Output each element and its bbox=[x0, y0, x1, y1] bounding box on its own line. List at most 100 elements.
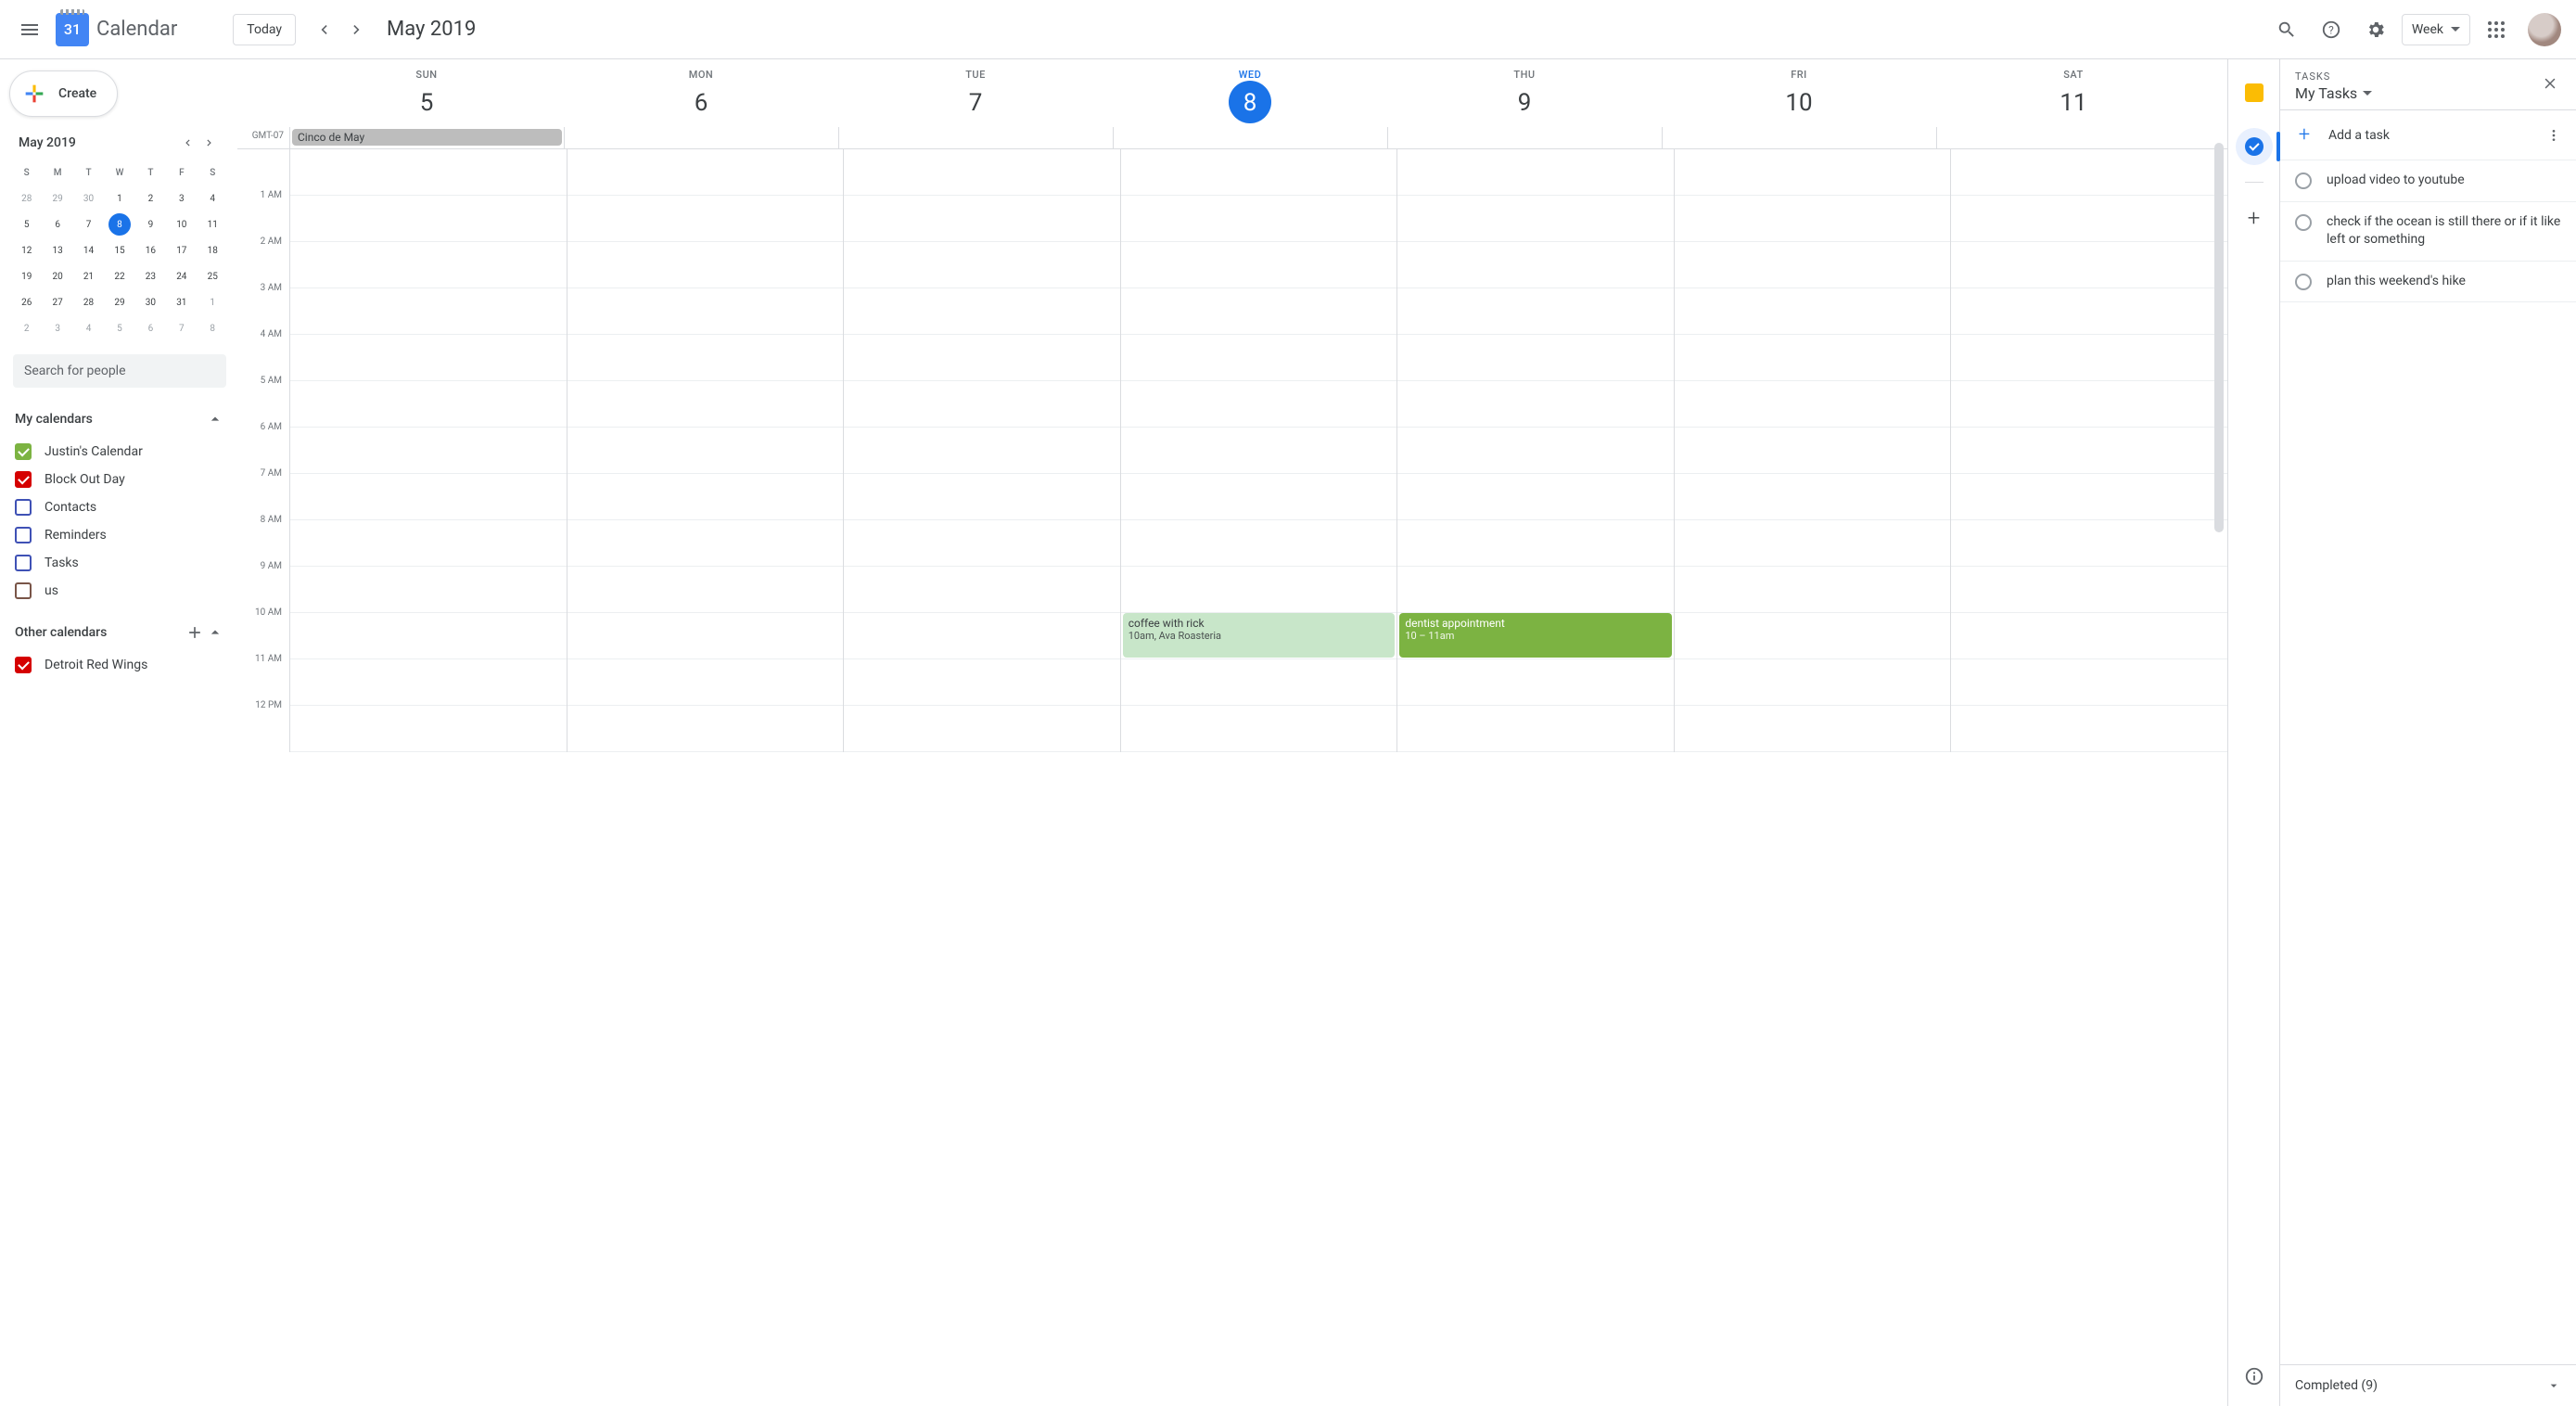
calendar-checkbox[interactable] bbox=[15, 657, 32, 673]
mini-day[interactable]: 7 bbox=[171, 317, 193, 339]
calendar-event[interactable]: coffee with rick10am, Ava Roasteria bbox=[1123, 613, 1396, 658]
mini-day[interactable]: 3 bbox=[46, 317, 69, 339]
day-header[interactable]: SAT11 bbox=[1936, 59, 2211, 127]
mini-day[interactable]: 7 bbox=[78, 213, 100, 236]
allday-cell[interactable] bbox=[1936, 127, 2211, 148]
mini-day[interactable]: 11 bbox=[201, 213, 223, 236]
mini-day[interactable]: 28 bbox=[78, 291, 100, 313]
mini-day[interactable]: 21 bbox=[78, 265, 100, 288]
mini-day[interactable]: 1 bbox=[201, 291, 223, 313]
calendar-item[interactable]: Tasks bbox=[9, 549, 230, 577]
today-button[interactable]: Today bbox=[233, 14, 296, 45]
calendar-checkbox[interactable] bbox=[15, 582, 32, 599]
account-avatar[interactable] bbox=[2528, 13, 2561, 46]
day-number[interactable]: 6 bbox=[680, 81, 722, 123]
day-column[interactable] bbox=[843, 149, 1120, 752]
allday-cell[interactable] bbox=[1387, 127, 1662, 148]
mini-day[interactable]: 23 bbox=[139, 265, 161, 288]
tasks-list-selector[interactable]: My Tasks bbox=[2295, 84, 2561, 102]
search-people-input[interactable]: Search for people bbox=[13, 354, 226, 388]
mini-day[interactable]: 22 bbox=[108, 265, 131, 288]
task-item[interactable]: check if the ocean is still there or if … bbox=[2280, 202, 2576, 262]
calendar-event[interactable]: dentist appointment10 – 11am bbox=[1399, 613, 1672, 658]
mini-day[interactable]: 15 bbox=[108, 239, 131, 262]
allday-cell[interactable]: Cinco de May bbox=[289, 127, 564, 148]
mini-next-button[interactable] bbox=[198, 132, 221, 154]
day-header[interactable]: FRI10 bbox=[1662, 59, 1936, 127]
mini-day[interactable]: 5 bbox=[16, 213, 38, 236]
day-column[interactable] bbox=[1674, 149, 1951, 752]
mini-day[interactable]: 28 bbox=[16, 187, 38, 210]
calendar-item[interactable]: Detroit Red Wings bbox=[9, 651, 230, 679]
mini-day[interactable]: 30 bbox=[139, 291, 161, 313]
add-addon-button[interactable]: + bbox=[2236, 199, 2273, 236]
other-calendars-header[interactable]: Other calendars bbox=[9, 618, 230, 647]
mini-prev-button[interactable] bbox=[176, 132, 198, 154]
day-number[interactable]: 8 bbox=[1229, 81, 1271, 123]
add-task-row[interactable]: + Add a task bbox=[2280, 110, 2576, 160]
tasks-more-button[interactable] bbox=[2546, 128, 2561, 143]
mini-day[interactable]: 18 bbox=[201, 239, 223, 262]
mini-day[interactable]: 10 bbox=[171, 213, 193, 236]
create-button[interactable]: Create bbox=[9, 70, 118, 117]
day-number[interactable]: 9 bbox=[1503, 81, 1546, 123]
task-complete-circle[interactable] bbox=[2295, 173, 2312, 189]
google-apps-button[interactable] bbox=[2478, 11, 2515, 48]
mini-day[interactable]: 12 bbox=[16, 239, 38, 262]
mini-day[interactable]: 4 bbox=[78, 317, 100, 339]
day-column[interactable]: coffee with rick10am, Ava Roasteria bbox=[1120, 149, 1397, 752]
mini-day[interactable]: 1 bbox=[108, 187, 131, 210]
calendar-checkbox[interactable] bbox=[15, 527, 32, 543]
day-number[interactable]: 5 bbox=[405, 81, 448, 123]
mini-day[interactable]: 4 bbox=[201, 187, 223, 210]
my-calendars-header[interactable]: My calendars bbox=[9, 404, 230, 434]
day-header[interactable]: SUN5 bbox=[289, 59, 564, 127]
scrollbar[interactable] bbox=[2214, 143, 2224, 532]
task-item[interactable]: upload video to youtube bbox=[2280, 160, 2576, 202]
mini-day[interactable]: 30 bbox=[78, 187, 100, 210]
calendar-item[interactable]: Contacts bbox=[9, 493, 230, 521]
mini-day[interactable]: 3 bbox=[171, 187, 193, 210]
day-column[interactable]: dentist appointment10 – 11am bbox=[1396, 149, 1674, 752]
mini-day[interactable]: 26 bbox=[16, 291, 38, 313]
calendar-item[interactable]: Block Out Day bbox=[9, 466, 230, 493]
tasks-close-button[interactable] bbox=[2535, 69, 2565, 98]
mini-day[interactable]: 2 bbox=[16, 317, 38, 339]
task-complete-circle[interactable] bbox=[2295, 214, 2312, 231]
mini-day[interactable]: 5 bbox=[108, 317, 131, 339]
help-button[interactable]: ? bbox=[2313, 11, 2350, 48]
mini-day[interactable]: 27 bbox=[46, 291, 69, 313]
calendar-checkbox[interactable] bbox=[15, 471, 32, 488]
mini-day[interactable]: 31 bbox=[171, 291, 193, 313]
day-column[interactable] bbox=[289, 149, 567, 752]
allday-cell[interactable] bbox=[838, 127, 1113, 148]
allday-cell[interactable] bbox=[1113, 127, 1387, 148]
next-period-button[interactable] bbox=[340, 13, 374, 46]
mini-day[interactable]: 24 bbox=[171, 265, 193, 288]
day-header[interactable]: WED8 bbox=[1113, 59, 1387, 127]
mini-day[interactable]: 9 bbox=[139, 213, 161, 236]
day-header[interactable]: THU9 bbox=[1387, 59, 1662, 127]
day-column[interactable] bbox=[567, 149, 844, 752]
mini-day[interactable]: 6 bbox=[46, 213, 69, 236]
mini-day[interactable]: 29 bbox=[46, 187, 69, 210]
mini-day[interactable]: 19 bbox=[16, 265, 38, 288]
mini-day[interactable]: 20 bbox=[46, 265, 69, 288]
mini-day[interactable]: 8 bbox=[108, 213, 131, 236]
calendar-item[interactable]: us bbox=[9, 577, 230, 605]
task-complete-circle[interactable] bbox=[2295, 274, 2312, 290]
app-logo[interactable]: 31 Calendar bbox=[56, 13, 177, 46]
calendar-item[interactable]: Reminders bbox=[9, 521, 230, 549]
main-menu-button[interactable] bbox=[7, 7, 52, 52]
keep-addon-button[interactable] bbox=[2236, 74, 2273, 111]
day-header[interactable]: TUE7 bbox=[838, 59, 1113, 127]
mini-day[interactable]: 17 bbox=[171, 239, 193, 262]
allday-cell[interactable] bbox=[564, 127, 838, 148]
completed-tasks-toggle[interactable]: Completed (9) bbox=[2280, 1364, 2576, 1406]
calendar-checkbox[interactable] bbox=[15, 443, 32, 460]
grid-body[interactable]: 1 AM2 AM3 AM4 AM5 AM6 AM7 AM8 AM9 AM10 A… bbox=[237, 149, 2227, 1406]
mini-day[interactable]: 14 bbox=[78, 239, 100, 262]
view-selector[interactable]: Week bbox=[2402, 14, 2470, 45]
calendar-checkbox[interactable] bbox=[15, 555, 32, 571]
allday-event[interactable]: Cinco de May bbox=[292, 129, 562, 146]
